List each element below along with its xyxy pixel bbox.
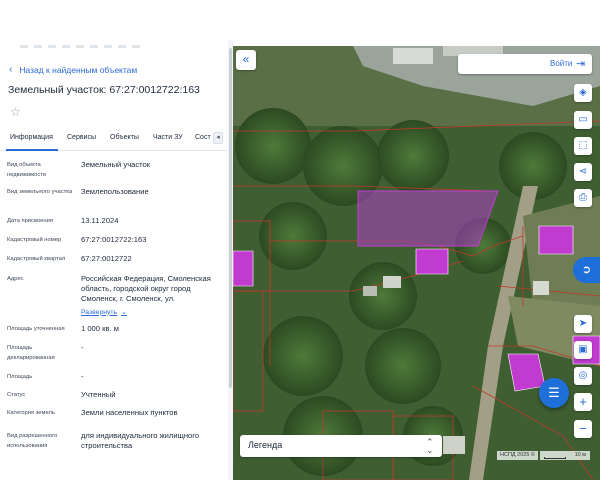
zoom-in-button[interactable]: + bbox=[574, 393, 592, 411]
plus-icon: + bbox=[579, 394, 587, 409]
layers-icon: ◈ bbox=[579, 87, 587, 98]
legend-label: Легенда bbox=[248, 440, 283, 450]
chevron-down-icon: ⌄ bbox=[121, 309, 127, 316]
share-button[interactable]: ⋖ bbox=[574, 163, 592, 181]
field-label: Площадь bbox=[7, 374, 33, 380]
field-value: 67:27:0012722:163 bbox=[81, 235, 147, 244]
expand-link-label: Развернуть bbox=[81, 308, 118, 316]
gosuslugi-logo-icon: ➲ bbox=[581, 264, 592, 276]
login-label: Войти bbox=[550, 59, 573, 68]
tab-composition[interactable]: Сост bbox=[195, 134, 211, 141]
field-label: Категория земель bbox=[7, 410, 55, 416]
updown-chevron-icon: ⌃ ⌄ bbox=[426, 437, 434, 455]
field-label: Адрес bbox=[7, 276, 24, 282]
field-value: - bbox=[81, 343, 84, 352]
login-button[interactable]: Войти ⇥ bbox=[458, 54, 592, 74]
favorite-star-icon[interactable]: ☆ bbox=[10, 106, 22, 118]
tab-services[interactable]: Сервисы bbox=[67, 134, 96, 141]
scale-label: 10 м bbox=[574, 452, 586, 458]
field-value: 67:27:0012722 bbox=[81, 254, 132, 263]
objects-list-button[interactable]: ☰ bbox=[539, 378, 569, 408]
tab-parts[interactable]: Части ЗУ bbox=[153, 134, 183, 141]
field-label: Площадь уточненная bbox=[7, 326, 65, 332]
layers-button[interactable]: ◈ bbox=[574, 84, 592, 102]
field-label: Вид объекта недвижимости bbox=[7, 162, 47, 178]
gosuslugi-button[interactable]: ➲ bbox=[573, 257, 600, 283]
field-label: Кадастровый номер bbox=[7, 237, 62, 243]
field-label: Кадастровый квартал bbox=[7, 256, 66, 262]
navigation-arrow-icon: ➤ bbox=[578, 318, 588, 329]
field-value: - bbox=[81, 372, 84, 381]
geolocation-icon: ◎ bbox=[578, 370, 588, 381]
field-value: Земельный участок bbox=[81, 160, 151, 169]
object-info-panel: ‹ Назад к найденным объектам Земельный у… bbox=[0, 0, 233, 480]
field-value: 1 000 кв. м bbox=[81, 324, 119, 333]
tab-information[interactable]: Информация bbox=[10, 134, 53, 141]
list-menu-icon: ☰ bbox=[548, 385, 560, 400]
fullscreen-button[interactable]: ▣ bbox=[574, 341, 592, 359]
legend-dropdown[interactable]: Легенда ⌃ ⌄ bbox=[240, 435, 442, 457]
panel-scrollbar-thumb[interactable] bbox=[229, 48, 232, 388]
active-tab-indicator bbox=[6, 149, 58, 151]
tab-objects[interactable]: Объекты bbox=[110, 134, 139, 141]
panel-top-divider bbox=[20, 45, 140, 48]
field-label: Площадь декларированная bbox=[7, 345, 55, 361]
area-select-button[interactable]: ⬚ bbox=[574, 137, 592, 155]
field-value: для индивидуального жилищного строительс… bbox=[81, 431, 200, 450]
satellite-map[interactable] bbox=[233, 46, 600, 480]
field-value: 13.11.2024 bbox=[81, 216, 119, 225]
ruler-button[interactable]: ▭ bbox=[574, 111, 592, 129]
login-icon: ⇥ bbox=[576, 58, 586, 70]
field-label: Вид земельного участка bbox=[7, 189, 73, 195]
info-tabs: Информация Сервисы Объекты Части ЗУ Сост… bbox=[0, 126, 233, 151]
field-value: Учтенный bbox=[81, 390, 116, 399]
field-label: Вид разрешенного использования bbox=[7, 433, 58, 449]
fullscreen-icon: ▣ bbox=[578, 344, 588, 355]
scale-bar: 10 м bbox=[540, 451, 590, 460]
field-label: Дата присвоения bbox=[7, 218, 53, 224]
page-title: Земельный участок: 67:27:0012722:163 bbox=[8, 84, 200, 96]
minus-icon: − bbox=[579, 421, 587, 436]
ruler-icon: ▭ bbox=[578, 114, 588, 125]
field-value: Землепользование bbox=[81, 187, 149, 196]
map-imagery bbox=[233, 46, 600, 480]
map-attribution: НСПД 2025 © bbox=[497, 451, 538, 460]
field-value: Земли населенных пунктов bbox=[81, 408, 178, 417]
share-icon: ⋖ bbox=[578, 166, 588, 177]
zoom-out-button[interactable]: − bbox=[574, 420, 592, 438]
chevron-left-icon: ‹ bbox=[9, 64, 13, 75]
back-to-results-link[interactable]: ‹ Назад к найденным объектам bbox=[9, 64, 138, 76]
field-label: Статус bbox=[7, 392, 26, 398]
collapse-panel-button[interactable]: « bbox=[236, 50, 256, 70]
area-select-icon: ⬚ bbox=[578, 140, 588, 151]
field-value: Российская Федерация, Смоленская область… bbox=[81, 274, 211, 303]
geolocation-button[interactable]: ◎ bbox=[574, 367, 592, 385]
scale-bar-line bbox=[544, 457, 566, 459]
back-link-label: Назад к найденным объектам bbox=[19, 65, 138, 75]
print-icon: ⎙ bbox=[579, 192, 587, 203]
print-button[interactable]: ⎙ bbox=[574, 189, 592, 207]
locate-button[interactable]: ➤ bbox=[574, 315, 592, 333]
tabs-scroll-left-button[interactable]: ◂ bbox=[213, 132, 223, 144]
expand-address-link[interactable]: Развернуть ⌄ bbox=[81, 308, 127, 317]
